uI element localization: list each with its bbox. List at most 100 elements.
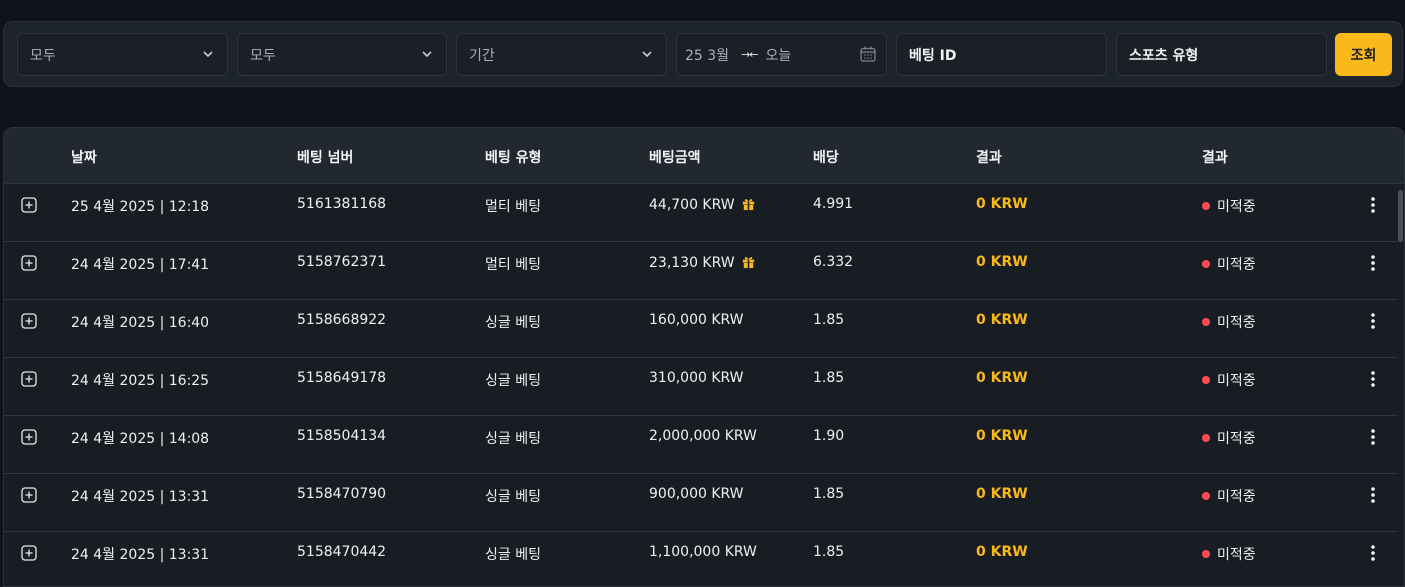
row-amount-value: 310,000 KRW [649, 370, 744, 386]
table-row[interactable]: 25 4월 2025 | 12:18 5161381168 멀티 베팅 44,7… [4, 184, 1398, 242]
row-date: 24 4월 2025 | 17:41 [71, 257, 210, 273]
row-amount: 160,000 KRW [649, 312, 744, 328]
row-status: 미적중 [1202, 196, 1256, 216]
row-bet-number: 5158668922 [297, 312, 387, 328]
row-odds: 6.332 [813, 254, 854, 270]
row-amount: 310,000 KRW [649, 370, 744, 386]
kebab-menu-icon[interactable] [1368, 427, 1378, 447]
row-amount-value: 23,130 KRW [649, 255, 735, 271]
sport-type-input[interactable]: 스포츠 유형 [1116, 33, 1327, 76]
status-dot [1202, 492, 1210, 500]
sport-type-placeholder: 스포츠 유형 [1129, 47, 1199, 64]
row-status: 미적중 [1202, 254, 1256, 274]
row-bet-number: 5158504134 [297, 428, 387, 444]
plus-square-icon[interactable] [21, 255, 37, 271]
row-amount-value: 44,700 KRW [649, 197, 735, 213]
row-bet-type: 싱글 베팅 [485, 547, 541, 563]
scrollbar[interactable] [1398, 190, 1403, 242]
filter-bar: 모두 모두 기간 25 3월 →← 오늘 베팅 ID 스포츠 유형 조회 [3, 21, 1403, 87]
plus-square-icon[interactable] [21, 429, 37, 445]
kebab-menu-icon[interactable] [1368, 369, 1378, 389]
col-result: 결과 [976, 150, 1002, 166]
plus-square-icon[interactable] [21, 545, 37, 561]
table-row[interactable]: 24 4월 2025 | 16:25 5158649178 싱글 베팅 310,… [4, 358, 1398, 416]
row-result: 0 KRW [976, 486, 1028, 502]
row-bet-number: 5158762371 [297, 254, 387, 270]
row-amount: 900,000 KRW [649, 486, 744, 502]
row-status-label: 미적중 [1217, 489, 1256, 505]
row-status: 미적중 [1202, 312, 1256, 332]
row-odds: 1.90 [813, 428, 845, 444]
row-status: 미적중 [1202, 486, 1256, 506]
row-bet-type: 싱글 베팅 [485, 489, 541, 505]
chevron-down-icon [203, 51, 213, 58]
row-bet-number: 5158649178 [297, 370, 387, 386]
kebab-menu-icon[interactable] [1368, 311, 1378, 331]
row-status-label: 미적중 [1217, 431, 1256, 447]
table-row[interactable]: 24 4월 2025 | 13:31 5158470442 싱글 베팅 1,10… [4, 532, 1398, 586]
filter-select-1-value: 모두 [30, 47, 56, 64]
row-odds: 1.85 [813, 486, 845, 502]
kebab-menu-icon[interactable] [1368, 543, 1378, 563]
row-status-label: 미적중 [1217, 373, 1256, 389]
col-amount: 베팅금액 [649, 150, 701, 166]
row-date: 24 4월 2025 | 14:08 [71, 431, 210, 447]
row-date: 24 4월 2025 | 13:31 [71, 547, 210, 563]
kebab-menu-icon[interactable] [1368, 253, 1378, 273]
col-bet-number: 베팅 넘버 [297, 150, 354, 166]
table-row[interactable]: 24 4월 2025 | 17:41 5158762371 멀티 베팅 23,1… [4, 242, 1398, 300]
period-select[interactable]: 기간 [456, 33, 667, 76]
status-dot [1202, 202, 1210, 210]
row-date: 25 4월 2025 | 12:18 [71, 199, 210, 215]
row-status: 미적중 [1202, 428, 1256, 448]
search-button[interactable]: 조회 [1335, 33, 1392, 76]
row-bet-type: 싱글 베팅 [485, 431, 541, 447]
kebab-menu-icon[interactable] [1368, 195, 1378, 215]
filter-select-2-value: 모두 [250, 47, 276, 64]
bet-id-placeholder: 베팅 ID [909, 47, 957, 64]
arrows-inward-icon: →← [741, 48, 758, 61]
date-range-picker[interactable]: 25 3월 →← 오늘 [676, 33, 887, 76]
row-bet-number: 5161381168 [297, 196, 387, 212]
row-amount: 44,700 KRW [649, 196, 756, 213]
bet-history-table: 날짜 베팅 넘버 베팅 유형 베팅금액 배당 결과 결과 25 4월 2025 … [3, 127, 1405, 587]
col-odds: 배당 [813, 150, 839, 166]
row-status-label: 미적중 [1217, 547, 1256, 563]
row-bet-number: 5158470790 [297, 486, 387, 502]
calendar-icon[interactable] [859, 45, 877, 63]
status-dot [1202, 318, 1210, 326]
plus-square-icon[interactable] [21, 197, 37, 213]
period-select-value: 기간 [469, 47, 495, 64]
row-amount: 2,000,000 KRW [649, 428, 757, 444]
chevron-down-icon [422, 51, 432, 58]
plus-square-icon[interactable] [21, 371, 37, 387]
date-from: 25 3월 [685, 47, 730, 64]
filter-select-2[interactable]: 모두 [237, 33, 447, 76]
row-result: 0 KRW [976, 196, 1028, 212]
filter-select-1[interactable]: 모두 [17, 33, 228, 76]
gift-icon [742, 199, 754, 211]
row-odds: 1.85 [813, 370, 845, 386]
row-result: 0 KRW [976, 370, 1028, 386]
row-result: 0 KRW [976, 312, 1028, 328]
row-status: 미적중 [1202, 370, 1256, 390]
col-status: 결과 [1202, 150, 1228, 166]
col-date: 날짜 [71, 150, 97, 166]
row-date: 24 4월 2025 | 13:31 [71, 489, 210, 505]
plus-square-icon[interactable] [21, 313, 37, 329]
row-result: 0 KRW [976, 428, 1028, 444]
status-dot [1202, 550, 1210, 558]
table-row[interactable]: 24 4월 2025 | 14:08 5158504134 싱글 베팅 2,00… [4, 416, 1398, 474]
gift-icon [742, 257, 754, 269]
bet-id-input[interactable]: 베팅 ID [896, 33, 1107, 76]
row-bet-type: 싱글 베팅 [485, 315, 541, 331]
plus-square-icon[interactable] [21, 487, 37, 503]
table-row[interactable]: 24 4월 2025 | 13:31 5158470790 싱글 베팅 900,… [4, 474, 1398, 532]
row-amount-value: 2,000,000 KRW [649, 428, 757, 444]
row-result: 0 KRW [976, 544, 1028, 560]
row-amount: 1,100,000 KRW [649, 544, 757, 560]
kebab-menu-icon[interactable] [1368, 485, 1378, 505]
table-row[interactable]: 24 4월 2025 | 16:40 5158668922 싱글 베팅 160,… [4, 300, 1398, 358]
row-amount-value: 1,100,000 KRW [649, 544, 757, 560]
row-bet-type: 싱글 베팅 [485, 373, 541, 389]
